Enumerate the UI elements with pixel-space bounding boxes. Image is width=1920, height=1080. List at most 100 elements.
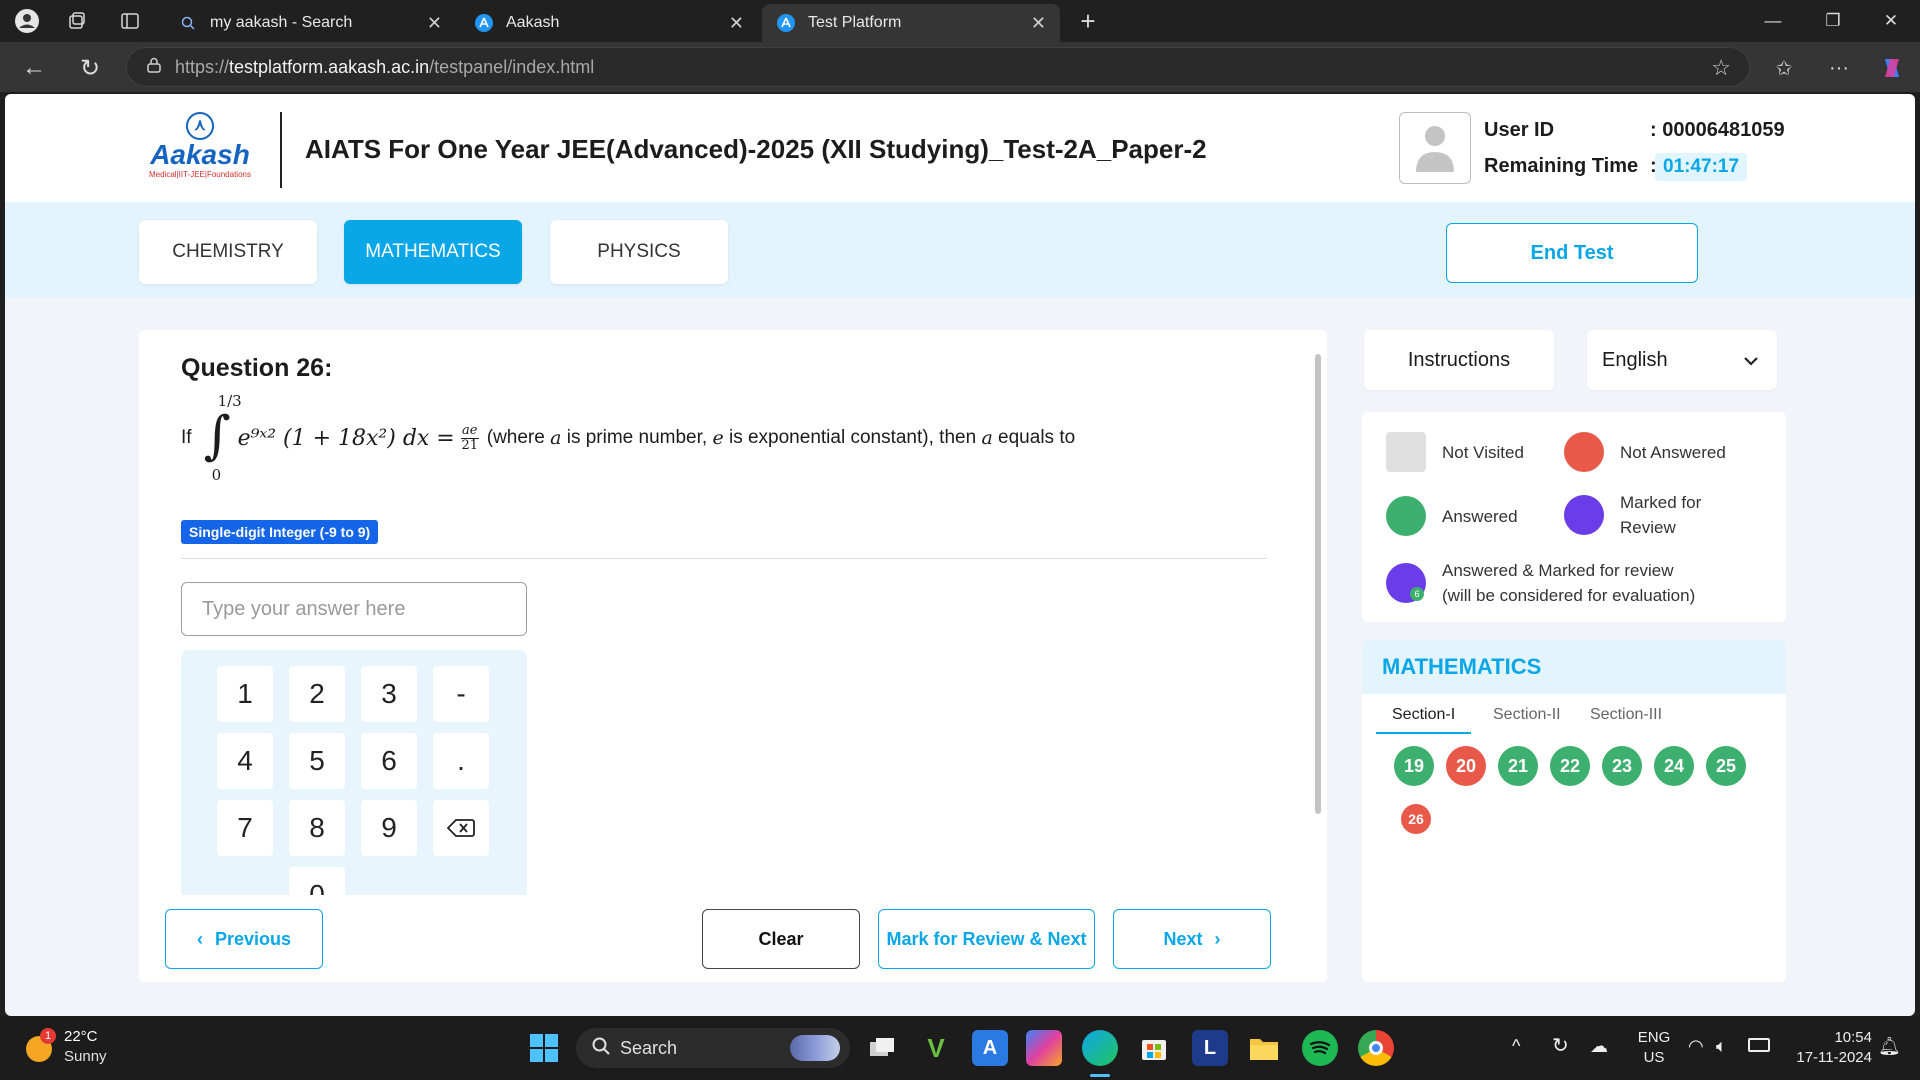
store-app-icon[interactable]: [1136, 1030, 1172, 1066]
divider: [181, 558, 1267, 559]
task-view-icon[interactable]: [864, 1030, 900, 1066]
window-close-icon[interactable]: ✕: [1868, 6, 1914, 36]
key-6[interactable]: 6: [361, 733, 417, 789]
key-2[interactable]: 2: [289, 666, 345, 722]
minimize-icon[interactable]: —: [1750, 6, 1796, 36]
key-8[interactable]: 8: [289, 800, 345, 856]
tab-test-platform[interactable]: Test Platform ✕: [762, 4, 1060, 42]
previous-button[interactable]: ‹ Previous: [165, 909, 323, 969]
tab-mathematics[interactable]: MATHEMATICS: [344, 220, 522, 284]
tab-actions-icon[interactable]: [117, 8, 143, 34]
more-options-icon[interactable]: ···: [1823, 52, 1855, 84]
new-tab-icon[interactable]: +: [1075, 6, 1101, 36]
copilot-app-icon[interactable]: [1026, 1030, 1062, 1066]
chrome-icon[interactable]: [1358, 1030, 1394, 1066]
browser-tab-bar: my aakash - Search ✕ Aakash ✕ Test Platf…: [0, 0, 1920, 42]
tab-aakash[interactable]: Aakash ✕: [460, 4, 758, 42]
key-9[interactable]: 9: [361, 800, 417, 856]
tab-search[interactable]: my aakash - Search ✕: [164, 4, 456, 42]
url-prefix: https://: [175, 56, 230, 77]
favorites-icon[interactable]: ✩: [1768, 52, 1800, 84]
tab-chemistry[interactable]: CHEMISTRY: [139, 220, 317, 284]
section-tab-1[interactable]: Section-I: [1376, 706, 1472, 734]
question-text-part: equals to: [998, 427, 1076, 448]
legend-label: Answered: [1442, 506, 1518, 526]
lang-line1: ENG: [1637, 1029, 1671, 1046]
windows-start-icon[interactable]: [526, 1030, 562, 1066]
numeric-keypad: 1 2 3 - 4 5 6 . 7 8 9 0: [181, 650, 527, 910]
close-icon[interactable]: ✕: [427, 13, 442, 34]
remaining-time-value: 01:47:17: [1655, 153, 1748, 181]
tab-physics[interactable]: PHYSICS: [550, 220, 728, 284]
sync-icon[interactable]: ↻: [1552, 1036, 1569, 1056]
question-number-22[interactable]: 22: [1550, 746, 1590, 786]
close-icon[interactable]: ✕: [1031, 13, 1046, 34]
end-test-button[interactable]: End Test: [1446, 223, 1698, 283]
mark-review-next-button[interactable]: Mark for Review & Next: [878, 909, 1095, 969]
notification-bell-icon[interactable]: 🔔︎: [1878, 1036, 1901, 1056]
volume-icon[interactable]: 🔈︎: [1716, 1036, 1727, 1056]
restore-icon[interactable]: ❐: [1810, 6, 1856, 36]
copilot-icon[interactable]: [1876, 52, 1908, 84]
key-decimal[interactable]: .: [433, 733, 489, 789]
l-app-icon[interactable]: L: [1192, 1030, 1228, 1066]
legend-answered-marked: 6 Answered & Marked for review (will be …: [1386, 558, 1695, 608]
editor-app-icon[interactable]: A: [972, 1030, 1008, 1066]
question-number-21[interactable]: 21: [1498, 746, 1538, 786]
instructions-button[interactable]: Instructions: [1364, 330, 1554, 390]
taskbar-search[interactable]: Search: [576, 1028, 850, 1068]
legend-not-answered: Not Answered: [1564, 432, 1726, 472]
clear-button[interactable]: Clear: [702, 909, 860, 969]
answer-input[interactable]: [181, 582, 527, 636]
weather-widget[interactable]: 1 22°C Sunny: [26, 1028, 136, 1070]
back-icon[interactable]: ←: [18, 52, 50, 84]
question-number-20[interactable]: 20: [1446, 746, 1486, 786]
vim-app-icon[interactable]: V: [918, 1030, 954, 1066]
question-number-26[interactable]: 26: [1401, 804, 1431, 834]
section-tab-3[interactable]: Section-III: [1590, 706, 1662, 732]
legend-label: Not Answered: [1620, 442, 1726, 462]
url-field[interactable]: https://testplatform.aakash.ac.in/testpa…: [126, 47, 1750, 87]
edge-app-icon[interactable]: [1082, 1030, 1118, 1066]
favorite-star-icon[interactable]: ☆: [1711, 55, 1731, 81]
file-explorer-icon[interactable]: [1246, 1030, 1282, 1066]
wifi-icon[interactable]: ◠: [1688, 1036, 1704, 1056]
question-card: Question 26: If 1/3 ∫ 0 e⁹ˣ² (1 + 18x²) …: [139, 330, 1327, 982]
question-number-24[interactable]: 24: [1654, 746, 1694, 786]
workspaces-icon[interactable]: [64, 8, 90, 34]
legend-label: (will be considered for evaluation): [1442, 586, 1696, 605]
spotify-icon[interactable]: [1302, 1030, 1338, 1066]
logo-word: Aakash: [150, 139, 250, 170]
section-tab-2[interactable]: Section-II: [1493, 706, 1561, 732]
show-hidden-icons[interactable]: ^: [1512, 1036, 1520, 1056]
integral-symbol: 1/3 ∫ 0: [204, 392, 242, 484]
next-button[interactable]: Next ›: [1113, 909, 1271, 969]
language-indicator[interactable]: ENG US: [1634, 1028, 1674, 1068]
key-minus[interactable]: -: [433, 666, 489, 722]
key-4[interactable]: 4: [217, 733, 273, 789]
refresh-icon[interactable]: ↻: [74, 52, 106, 84]
battery-icon[interactable]: [1748, 1038, 1770, 1052]
clock[interactable]: 10:54 17-11-2024: [1782, 1028, 1872, 1068]
language-select[interactable]: English: [1587, 330, 1777, 390]
question-number-23[interactable]: 23: [1602, 746, 1642, 786]
chevron-right-icon: ›: [1214, 928, 1221, 949]
backspace-key-icon[interactable]: [433, 800, 489, 856]
profile-icon[interactable]: [14, 8, 40, 34]
key-1[interactable]: 1: [217, 666, 273, 722]
clock-date: 17-11-2024: [1796, 1049, 1872, 1066]
question-number-25[interactable]: 25: [1706, 746, 1746, 786]
key-7[interactable]: 7: [217, 800, 273, 856]
aakash-logo: ⋏ Aakash Medical|IIT-JEE|Foundations: [138, 112, 262, 182]
active-app-indicator: [1090, 1074, 1110, 1077]
question-number-19[interactable]: 19: [1394, 746, 1434, 786]
key-3[interactable]: 3: [361, 666, 417, 722]
key-5[interactable]: 5: [289, 733, 345, 789]
scrollbar[interactable]: [1315, 344, 1321, 924]
onedrive-icon[interactable]: ☁: [1590, 1036, 1608, 1056]
close-icon[interactable]: ✕: [729, 13, 744, 34]
scrollbar-thumb[interactable]: [1315, 354, 1321, 814]
legend-label-multiline: Marked for Review: [1620, 490, 1701, 540]
user-id-label: User ID: [1484, 119, 1555, 141]
tab-label: Aakash: [506, 14, 560, 31]
